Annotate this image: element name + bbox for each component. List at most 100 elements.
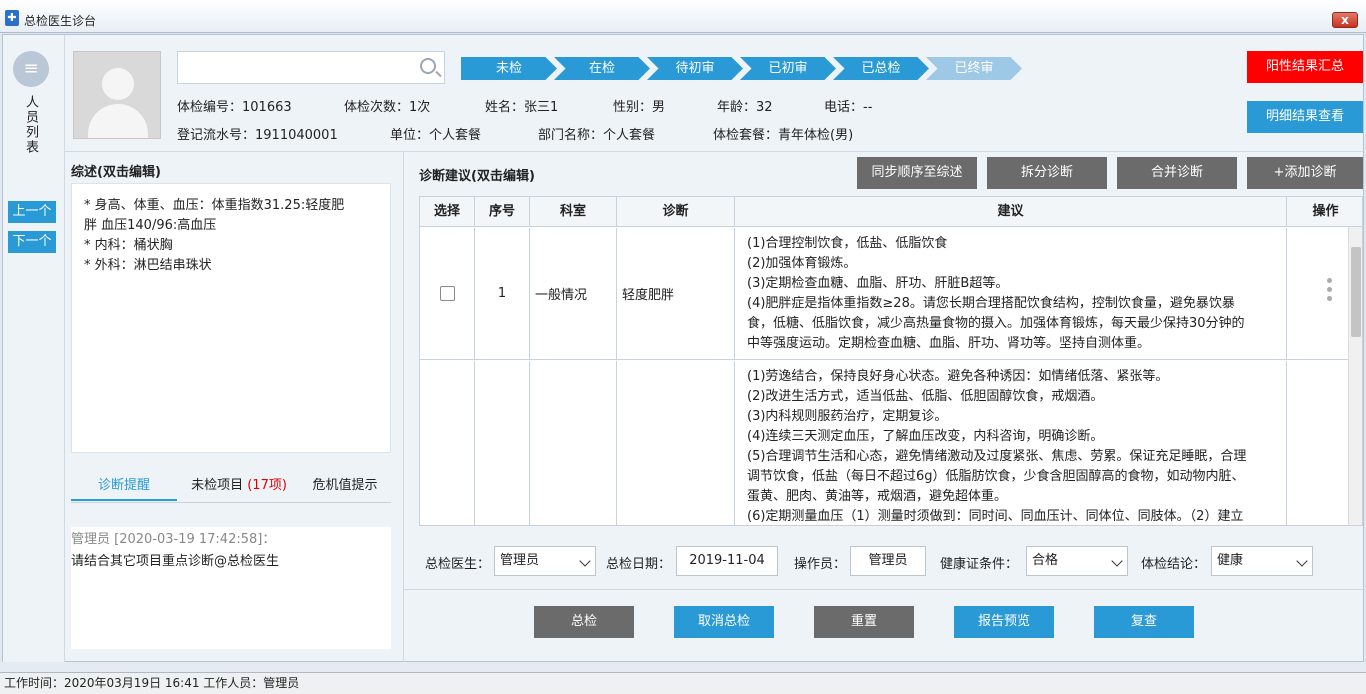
search-input[interactable] [177,51,445,84]
search-icon[interactable] [420,58,436,74]
row-diagnosis [617,361,735,525]
col-select: 选择 [420,197,475,227]
tab-diagnosis-reminder[interactable]: 诊断提醒 [71,471,177,501]
divider [404,589,1365,590]
summary-editor[interactable]: * 身高、体重、血压：体重指数31.25:轻度肥 胖 血压140/96:高血压 … [71,183,391,453]
row-dept [530,361,617,525]
avatar-head [102,68,134,100]
patient-name: 姓名：张三1 [485,100,559,115]
title-bar: ✚ 总检医生诊台 x [0,0,1366,33]
final-check-button[interactable]: 总检 [534,606,634,638]
close-button[interactable]: x [1332,12,1358,28]
row-seq: 1 [475,228,530,359]
unchecked-count-badge: (17项) [247,478,287,493]
step-final-reviewed: 已终审 [926,57,1022,80]
row-advice[interactable]: (1)劳逸结合，保持良好身心状态。避免各种诱因：如情绪低落、紧张等。 (2)改进… [741,361,1291,525]
table-row[interactable]: 1 一般情况 轻度肥胖 (1)合理控制饮食，低盐、低脂饮食 (2)加强体育锻炼。… [420,228,1350,360]
department-name: 部门名称：个人套餐 [538,128,656,143]
exam-count: 体检次数：1次 [344,100,431,115]
sync-order-button[interactable]: 同步顺序至综述 [857,157,977,189]
advice-line: (5)合理调节生活和心态，避免情绪激动及过度紧张、焦虑、劳累。保证充足睡眠，合理 [747,449,1247,464]
final-exam-form: 总检医生： 管理员 总检日期： 2019-11-04 操作员： 管理员 健康证条… [419,543,1363,579]
operator-label: 操作员： [794,557,847,572]
date-label: 总检日期： [606,557,672,572]
task-strip [0,662,1366,672]
conclusion-value: 健康 [1217,553,1244,568]
row-dept: 一般情况 [530,228,617,359]
advice-line: (6)定期测量血压（1）测量时须做到：同时间、同血压计、同体位、同肢体。（2）建… [747,509,1244,524]
tab-unchecked-label: 未检项目 [191,478,244,493]
next-button[interactable]: 下一个 [8,231,56,253]
advice-line: (1)合理控制饮食，低盐、低脂饮食 [747,236,948,251]
split-diagnosis-button[interactable]: 拆分诊断 [987,157,1107,189]
tab-critical-values[interactable]: 危机值提示 [299,471,391,501]
health-cert-select[interactable]: 合格 [1026,546,1128,576]
patient-age: 年龄：32 [717,100,773,115]
row-checkbox[interactable] [439,286,455,301]
positive-summary-button[interactable]: 阳性结果汇总 [1247,51,1363,83]
scrollbar-thumb[interactable] [1351,247,1361,337]
menu-list-icon[interactable]: ≡ [13,51,49,87]
summary-line: * 外科：淋巴结串珠状 [84,258,212,273]
advice-line: 蛋黄、肥肉、黄油等，戒烟酒，避免超体重。 [747,489,1008,504]
tab-unchecked-items[interactable]: 未检项目 (17项) [179,471,299,501]
cancel-final-check-button[interactable]: 取消总检 [674,606,774,638]
note-author: 管理员 [2020-03-19 17:42:58]： [71,532,276,547]
exam-package: 体检套餐：青年体检(男) [713,128,854,143]
row-select-cell [420,228,475,359]
avatar [73,51,161,139]
merge-diagnosis-button[interactable]: 合并诊断 [1117,157,1237,189]
summary-line: 胖 血压140/96:高血压 [84,218,217,233]
doctor-label: 总检医生： [425,557,491,572]
date-field[interactable]: 2019-11-04 [676,546,778,576]
divider [65,151,1365,152]
advice-line: (3)定期检查血糖、血脂、肝功、肝脏B超等。 [747,276,1009,291]
chevron-down-icon [579,555,591,567]
summary-line: * 身高、体重、血压：体重指数31.25:轻度肥 [84,198,345,213]
add-diagnosis-button[interactable]: +添加诊断 [1247,157,1363,189]
row-seq [475,361,530,525]
report-preview-button[interactable]: 报告预览 [954,606,1054,638]
patient-phone: 电话：-- [824,100,873,115]
health-cert-label: 健康证条件： [940,557,1019,572]
unit-name: 单位：个人套餐 [390,128,482,143]
advice-line: (2)改进生活方式，适当低盐、低脂、低胆固醇饮食，戒烟酒。 [747,389,1104,404]
chevron-down-icon [1296,555,1308,567]
app-icon: ✚ [5,10,19,26]
table-scrollbar[interactable] [1348,227,1362,525]
diagnosis-table: 选择 序号 科室 诊断 建议 操作 1 一般情况 轻度肥胖 (1)合理控制饮食，… [419,196,1363,526]
summary-line: * 内科：桶状胸 [84,238,173,253]
row-diagnosis: 轻度肥胖 [617,228,735,359]
more-options-icon[interactable] [1324,278,1334,301]
person-list-label[interactable]: 人员列表 [23,95,39,155]
advice-line: (4)连续三天测定血压，了解血压改变，内科咨询，明确诊断。 [747,429,1104,444]
step-reviewed: 已初审 [740,57,836,80]
patient-info-panel: 未检 在检 待初审 已初审 已总检 已终审 体检编号：101663 体检次数：1… [73,48,1363,143]
prev-button[interactable]: 上一个 [8,201,56,223]
advice-line: 中等强度运动。定期检查血糖、血脂、肝功、肾功等。坚持自测体重。 [747,336,1151,351]
col-diagnosis: 诊断 [617,197,735,227]
step-final-checked: 已总检 [833,57,929,80]
recheck-button[interactable]: 复查 [1094,606,1194,638]
advice-line: (4)肥胖症是指体重指数≥28。请您长期合理搭配饮食结构，控制饮食量，避免暴饮暴 [747,296,1235,311]
tab-bar: 诊断提醒 未检项目 (17项) 危机值提示 [71,471,391,503]
advice-line: (2)加强体育锻炼。 [747,256,857,271]
advice-line: 食，低糖、低脂饮食，减少高热量食物的摄入。加强体育锻炼，每天最少保持30分钟的 [747,316,1245,331]
row-advice[interactable]: (1)合理控制饮食，低盐、低脂饮食 (2)加强体育锻炼。 (3)定期检查血糖、血… [741,228,1291,360]
conclusion-select[interactable]: 健康 [1211,546,1313,576]
operator-field[interactable]: 管理员 [850,546,926,576]
col-advice: 建议 [735,197,1287,227]
registration-number: 登记流水号：1911040001 [177,128,338,143]
doctor-select[interactable]: 管理员 [494,546,596,576]
diagnosis-title: 诊断建议(双击编辑) [419,169,535,184]
advice-line: (3)内科规则服药治疗，定期复诊。 [747,409,948,424]
col-seq: 序号 [475,197,530,227]
advice-line: (1)劳逸结合，保持良好身心状态。避免各种诱因：如情绪低落、紧张等。 [747,369,1169,384]
advice-line: 调节饮食，低盐（每日不超过6g）低脂肪饮食，少食含胆固醇高的食物，如动物内脏、 [747,469,1245,484]
step-checking: 在检 [554,57,650,80]
reset-button[interactable]: 重置 [814,606,914,638]
table-row[interactable]: (1)劳逸结合，保持良好身心状态。避免各种诱因：如情绪低落、紧张等。 (2)改进… [420,361,1350,525]
detail-results-button[interactable]: 明细结果查看 [1247,101,1363,133]
health-cert-value: 合格 [1032,553,1059,568]
left-rail: ≡ 人员列表 上一个 下一个 [3,35,65,663]
